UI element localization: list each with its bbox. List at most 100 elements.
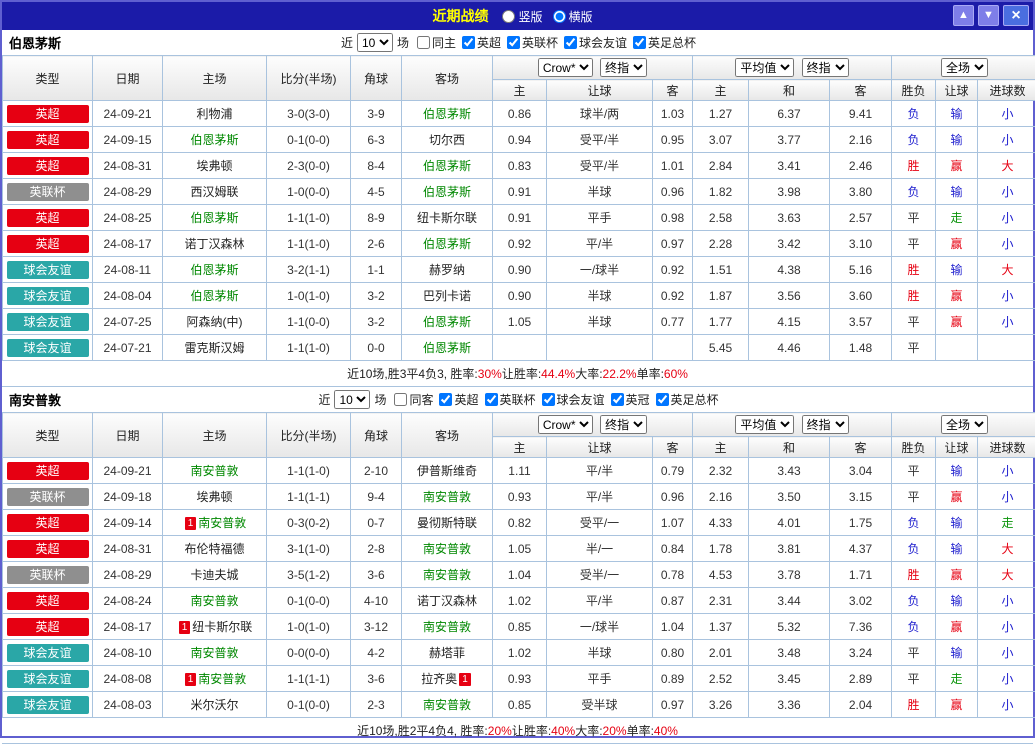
league-filter[interactable]: 英冠 (611, 391, 650, 408)
league-checkbox[interactable] (564, 36, 577, 49)
league-filter[interactable]: 球会友谊 (564, 34, 627, 51)
odds-final-select[interactable]: 终指 (600, 415, 647, 434)
home-team-cell: 伯恩茅斯 (163, 283, 267, 309)
same-venue-filter[interactable]: 同客 (394, 391, 433, 408)
same-venue-filter[interactable]: 同主 (417, 34, 456, 51)
league-checkbox[interactable] (633, 36, 646, 49)
result-handicap-cell: 输 (936, 458, 978, 484)
match-count-select[interactable]: 10 (357, 33, 393, 52)
odds-cell: 3.78 (749, 562, 830, 588)
result-winloss-cell: 平 (892, 205, 936, 231)
result-goals-cell: 小 (978, 666, 1035, 692)
layout-radio-vertical[interactable]: 竖版 (502, 8, 542, 25)
result-goals-cell: 小 (978, 484, 1035, 510)
layout-radio-horizontal[interactable]: 横版 (553, 8, 593, 25)
result-winloss-cell: 负 (892, 101, 936, 127)
same-venue-checkbox[interactable] (417, 36, 430, 49)
fulltime-select[interactable]: 全场 (941, 415, 988, 434)
team-name-text: 伯恩茅斯 (423, 237, 471, 251)
odds-cell: 1.87 (693, 283, 749, 309)
odds-company-select[interactable]: Crow* (538, 58, 593, 77)
team-name-text: 南安普敦 (423, 490, 471, 504)
result-handicap-cell: 赢 (936, 562, 978, 588)
team-name-text: 伯恩茅斯 (190, 133, 238, 147)
col-odds-away: 客 (653, 80, 693, 101)
fulltime-group-header: 全场 (892, 56, 1035, 80)
average-final-select[interactable]: 终指 (802, 58, 849, 77)
average-select[interactable]: 平均值 (735, 58, 794, 77)
red-card-badge: 1 (185, 517, 197, 530)
league-filter[interactable]: 英超 (439, 391, 478, 408)
odds-cell: 4.37 (830, 536, 892, 562)
col-odds-home: 主 (493, 80, 547, 101)
team-name-text: 赫塔菲 (429, 646, 465, 660)
odds-cell (653, 335, 693, 361)
team-section-southampton: 南安普敦 近 10 场 同客 英超英联杯球会友谊英冠英足总杯 (2, 387, 1033, 744)
odds-cell: 3.57 (830, 309, 892, 335)
handicap-cell: 半球 (547, 179, 653, 205)
same-venue-checkbox[interactable] (394, 393, 407, 406)
team-name-text: 伯恩茅斯 (190, 263, 238, 277)
league-checkbox[interactable] (507, 36, 520, 49)
odds-cell: 2.57 (830, 205, 892, 231)
col-result-winloss: 胜负 (892, 80, 936, 101)
result-handicap-cell: 走 (936, 666, 978, 692)
odds-company-select[interactable]: Crow* (538, 415, 593, 434)
odds-cell: 1.48 (830, 335, 892, 361)
league-badge: 英联杯 (7, 566, 89, 584)
league-cell: 英超 (3, 536, 93, 562)
scroll-down-button[interactable]: ▼ (978, 5, 999, 26)
odds-cell: 2.01 (693, 640, 749, 666)
handicap-cell: 平/半 (547, 458, 653, 484)
team-name-text: 埃弗顿 (196, 490, 232, 504)
summary-segment: 22.2% (603, 367, 637, 381)
league-checkbox[interactable] (485, 393, 498, 406)
league-cell: 球会友谊 (3, 257, 93, 283)
summary-segment: 近10场,胜3平4负3, 胜率: (347, 365, 478, 382)
league-checkbox[interactable] (656, 393, 669, 406)
horizontal-radio[interactable] (553, 10, 566, 23)
odds-cell: 0.92 (653, 283, 693, 309)
odds-cell: 0.86 (493, 101, 547, 127)
match-count-select[interactable]: 10 (334, 390, 370, 409)
team-name-text: 南安普敦 (423, 542, 471, 556)
away-team-cell: 伯恩茅斯 (402, 335, 493, 361)
odds-final-select[interactable]: 终指 (600, 58, 647, 77)
league-filter[interactable]: 英联杯 (507, 34, 558, 51)
vertical-radio[interactable] (502, 10, 515, 23)
league-checkbox[interactable] (439, 393, 452, 406)
league-badge: 球会友谊 (7, 287, 89, 305)
close-button[interactable]: × (1003, 5, 1029, 26)
team-name-text: 伯恩茅斯 (423, 341, 471, 355)
match-row: 英超24-08-171纽卡斯尔联1-0(1-0)3-12南安普敦0.85一/球半… (3, 614, 1035, 640)
league-checkbox[interactable] (542, 393, 555, 406)
league-cell: 球会友谊 (3, 692, 93, 718)
handicap-cell: 受平/一 (547, 510, 653, 536)
league-filter[interactable]: 英足总杯 (656, 391, 719, 408)
league-filter[interactable]: 英联杯 (485, 391, 536, 408)
team-name-text: 阿森纳(中) (187, 315, 243, 329)
average-final-select[interactable]: 终指 (802, 415, 849, 434)
titlebar: 近期战绩 竖版 横版 ▲ ▼ × (2, 2, 1033, 30)
odds-cell: 0.97 (653, 692, 693, 718)
odds-cell: 0.89 (653, 666, 693, 692)
result-handicap-cell (936, 335, 978, 361)
team-name-text: 诺丁汉森林 (417, 594, 477, 608)
team-name-text: 伯恩茅斯 (423, 315, 471, 329)
league-checkbox[interactable] (462, 36, 475, 49)
scroll-up-button[interactable]: ▲ (953, 5, 974, 26)
league-filter[interactable]: 英足总杯 (633, 34, 696, 51)
match-row: 英超24-08-31布伦特福德3-1(1-0)2-8南安普敦1.05半/一0.8… (3, 536, 1035, 562)
date-cell: 24-07-25 (93, 309, 163, 335)
league-checkbox[interactable] (611, 393, 624, 406)
league-filter[interactable]: 英超 (462, 34, 501, 51)
league-filter-label: 球会友谊 (579, 34, 627, 51)
fulltime-select[interactable]: 全场 (941, 58, 988, 77)
average-select[interactable]: 平均值 (735, 415, 794, 434)
col-result-handicap: 让球 (936, 437, 978, 458)
league-cell: 英超 (3, 127, 93, 153)
result-goals-cell: 小 (978, 309, 1035, 335)
league-cell: 英超 (3, 614, 93, 640)
league-filter[interactable]: 球会友谊 (542, 391, 605, 408)
team-name-text: 米尔沃尔 (190, 698, 238, 712)
